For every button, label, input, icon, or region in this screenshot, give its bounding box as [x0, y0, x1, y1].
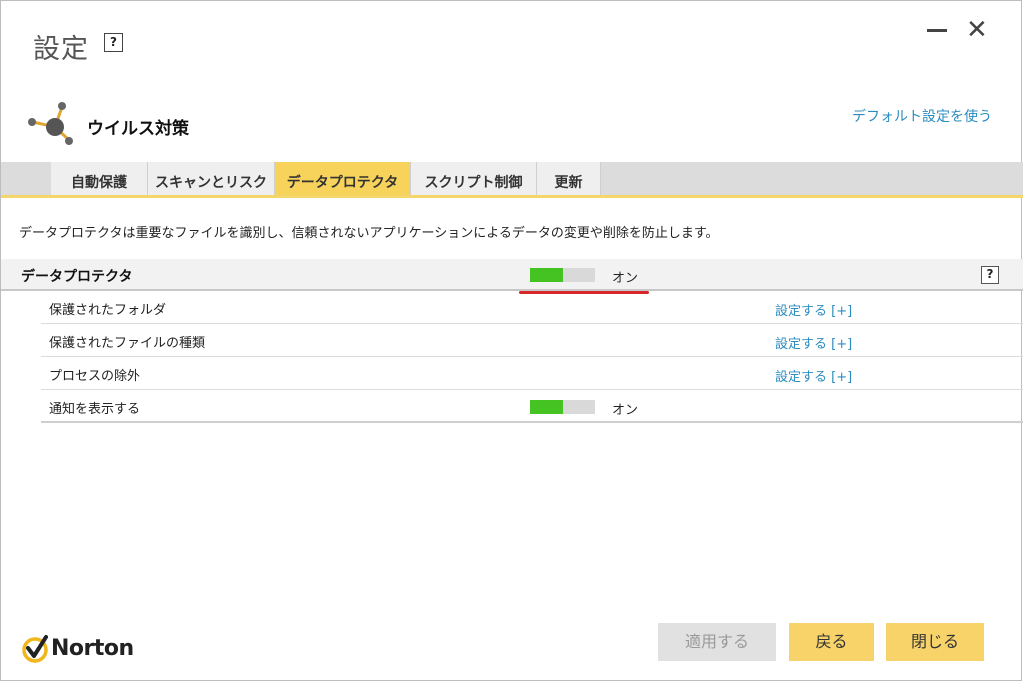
tab-bar: 自動保護 スキャンとリスク データプロテクタ スクリプト制御 更新: [1, 162, 1023, 198]
tab-data-protector[interactable]: データプロテクタ: [275, 162, 411, 195]
toggle-state-label: オン: [612, 271, 639, 286]
show-notifications-toggle[interactable]: [530, 400, 595, 414]
back-button[interactable]: 戻る: [789, 623, 874, 661]
row-label: 通知を表示する: [49, 402, 141, 417]
norton-check-icon: [22, 635, 48, 663]
description-text: データプロテクタは重要なファイルを識別し、信頼されないアプリケーションによるデー…: [19, 226, 719, 241]
row-label: 保護されたフォルダ: [49, 303, 167, 318]
configure-link[interactable]: 設定する [+]: [775, 300, 852, 319]
settings-window: 設定 ? ✕ ウイルス対策 デフォルト設定を使う 自動保護 スキャンとリスク デ…: [0, 0, 1023, 681]
use-default-settings-link[interactable]: デフォルト設定を使う: [852, 106, 992, 126]
row-label: 保護されたファイルの種類: [49, 336, 206, 351]
close-icon[interactable]: ✕: [966, 15, 988, 45]
toggle-fill: [530, 400, 563, 414]
toggle-state-label: オン: [612, 403, 639, 418]
brand-name: Norton: [51, 636, 134, 661]
tab-scans-and-risks[interactable]: スキャンとリスク: [148, 162, 275, 195]
virus-protection-icon: [28, 102, 73, 145]
minimize-icon[interactable]: [927, 29, 947, 32]
data-protector-row: データプロテクタ オン ?: [1, 259, 1023, 291]
list-item: 通知を表示する オン: [41, 390, 1023, 423]
list-item: プロセスの除外 設定する [+]: [41, 357, 1023, 390]
list-item: 保護されたファイルの種類 設定する [+]: [41, 324, 1023, 357]
configure-link[interactable]: 設定する [+]: [775, 366, 852, 385]
title-help-icon[interactable]: ?: [104, 33, 123, 52]
toggle-fill: [530, 268, 563, 282]
tab-auto-protect[interactable]: 自動保護: [51, 162, 148, 195]
tab-updates[interactable]: 更新: [537, 162, 601, 195]
list-item: 保護されたフォルダ 設定する [+]: [41, 291, 1023, 324]
close-button[interactable]: 閉じる: [886, 623, 984, 661]
tab-script-control[interactable]: スクリプト制御: [411, 162, 537, 195]
apply-button[interactable]: 適用する: [658, 623, 776, 661]
row-label: プロセスの除外: [49, 369, 141, 384]
window-title: 設定: [33, 34, 89, 65]
configure-link[interactable]: 設定する [+]: [775, 333, 852, 352]
section-help-icon[interactable]: ?: [981, 266, 999, 284]
product-name: ウイルス対策: [87, 119, 189, 139]
data-protector-toggle[interactable]: [530, 268, 595, 282]
section-label: データプロテクタ: [21, 269, 133, 285]
